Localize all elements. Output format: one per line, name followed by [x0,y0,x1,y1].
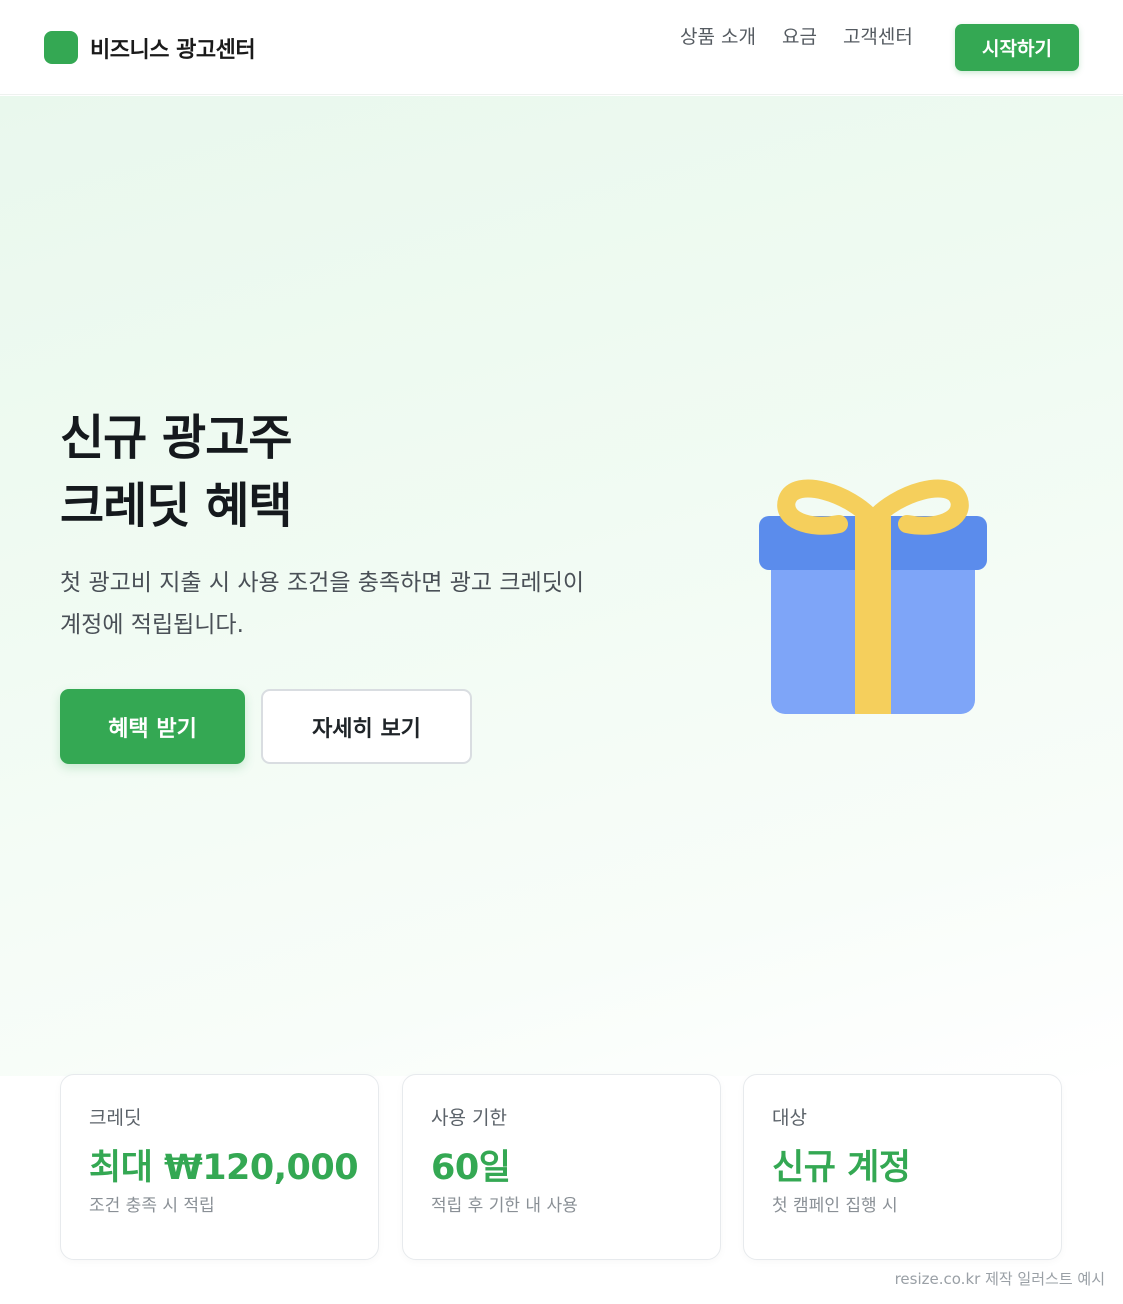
nav-item-pricing[interactable]: 요금 [782,22,817,49]
learn-more-button[interactable]: 자세히 보기 [261,689,472,764]
stat-label: 크레딧 [89,1107,142,1129]
stat-card-credit: 크레딧 최대 ₩120,000 조건 충족 시 적립 [60,1074,379,1260]
start-button[interactable]: 시작하기 [955,24,1079,71]
gift-icon [755,468,995,722]
hero-title-line: 신규 광고주 [60,410,293,466]
stat-card-period: 사용 기한 60일 적립 후 기한 내 사용 [402,1074,721,1260]
hero-description-line: 계정에 적립됩니다. [60,612,244,638]
nav-item-support[interactable]: 고객센터 [843,22,913,49]
stat-note: 적립 후 기한 내 사용 [431,1196,578,1216]
brand-logo-icon [44,31,78,64]
brand-name: 비즈니스 광고센터 [90,37,256,63]
nav-item-products[interactable]: 상품 소개 [680,22,756,49]
stat-value: 최대 ₩120,000 [89,1148,359,1188]
main-nav: 상품 소개 요금 고객센터 [680,22,939,49]
stat-label: 사용 기한 [431,1107,507,1129]
footer-credit: resize.co.kr 제작 일러스트 예시 [894,1270,1105,1288]
top-navigation-bar: 비즈니스 광고센터 상품 소개 요금 고객센터 시작하기 [0,0,1123,95]
stat-note: 첫 캠페인 집행 시 [772,1196,898,1216]
hero-description: 첫 광고비 지출 시 사용 조건을 충족하면 광고 크레딧이 계정에 적립됩니다… [60,562,680,646]
hero-title-line: 크레딧 혜택 [60,478,293,534]
stat-value: 신규 계정 [772,1148,911,1188]
get-benefit-button[interactable]: 혜택 받기 [60,689,245,764]
stat-value: 60일 [431,1148,511,1188]
hero-description-line: 첫 광고비 지출 시 사용 조건을 충족하면 광고 크레딧이 [60,570,585,596]
brand[interactable]: 비즈니스 광고센터 [44,31,256,64]
stat-card-target: 대상 신규 계정 첫 캠페인 집행 시 [743,1074,1062,1260]
stat-note: 조건 충족 시 적립 [89,1196,215,1216]
hero-title: 신규 광고주 크레딧 혜택 [60,404,293,540]
stat-label: 대상 [772,1107,807,1129]
